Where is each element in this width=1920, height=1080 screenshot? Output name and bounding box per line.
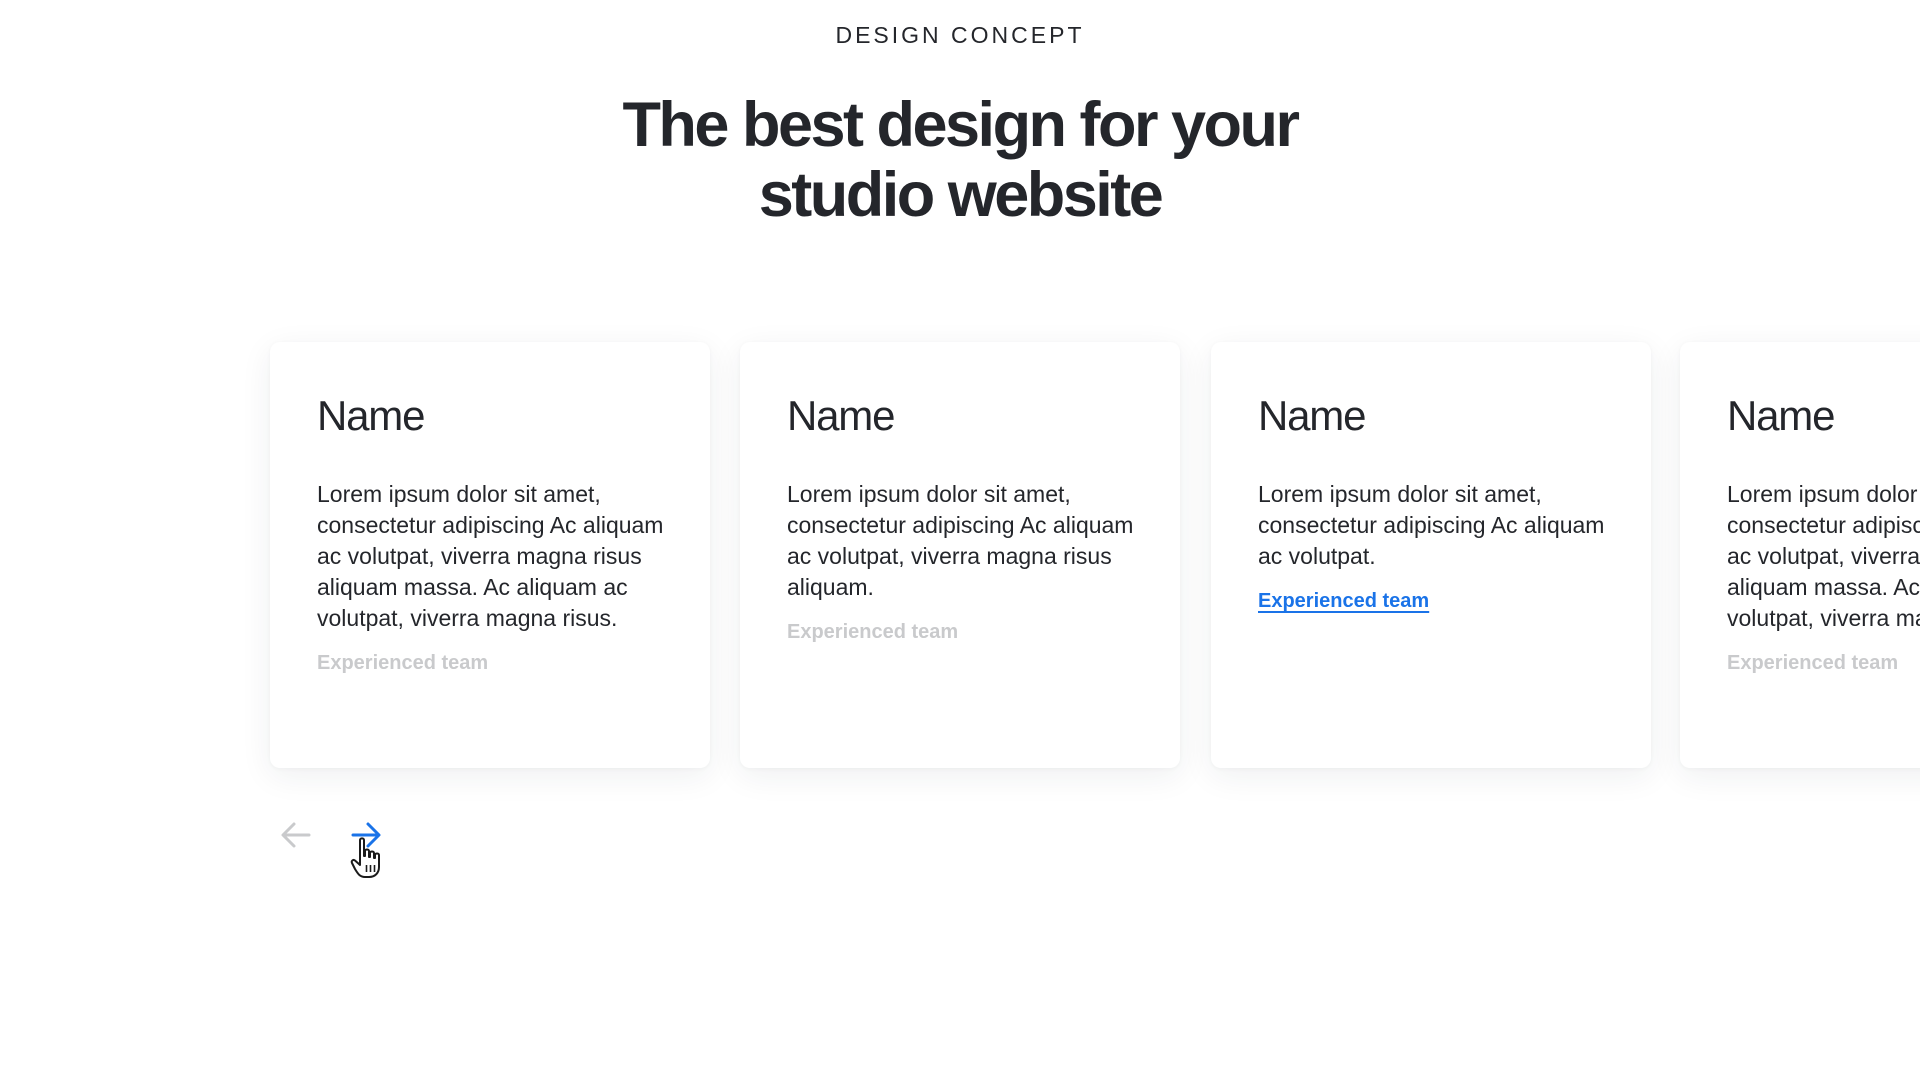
card-text: Lorem ipsum dolor sit amet, consectetur … <box>1258 481 1605 569</box>
card-title: Name <box>787 392 895 439</box>
card-link-experienced-team[interactable]: Experienced team <box>1727 652 1898 675</box>
card-3: Name Lorem ipsum dolor sit amet, consect… <box>1211 342 1651 768</box>
card-link-experienced-team[interactable]: Experienced team <box>787 621 958 644</box>
headline-line-2: studio website <box>758 160 1164 230</box>
card-title: Name <box>1258 392 1366 439</box>
hand-pointer-icon <box>350 837 380 878</box>
card-title: Name <box>317 392 425 439</box>
previous-button[interactable] <box>276 815 316 855</box>
card-4: Name Lorem ipsum dolor sit amet, consect… <box>1680 342 1920 768</box>
page: DESIGN CONCEPT The best design for your … <box>0 0 1920 1080</box>
card-2: Name Lorem ipsum dolor sit amet, consect… <box>740 342 1180 768</box>
page-headline: The best design for your studio website <box>0 90 1920 230</box>
arrow-left-icon <box>281 822 311 848</box>
card-text: Lorem ipsum dolor sit amet, consectetur … <box>1727 481 1920 631</box>
card-title: Name <box>1727 392 1835 439</box>
headline-line-1: The best design for your <box>622 90 1300 160</box>
card-1: Name Lorem ipsum dolor sit amet, consect… <box>270 342 710 768</box>
card-text: Lorem ipsum dolor sit amet, consectetur … <box>317 481 664 631</box>
section-eyebrow: DESIGN CONCEPT <box>835 22 1085 48</box>
card-link-experienced-team[interactable]: Experienced team <box>1258 590 1429 613</box>
card-link-experienced-team[interactable]: Experienced team <box>317 652 488 675</box>
card-text: Lorem ipsum dolor sit amet, consectetur … <box>787 481 1134 600</box>
